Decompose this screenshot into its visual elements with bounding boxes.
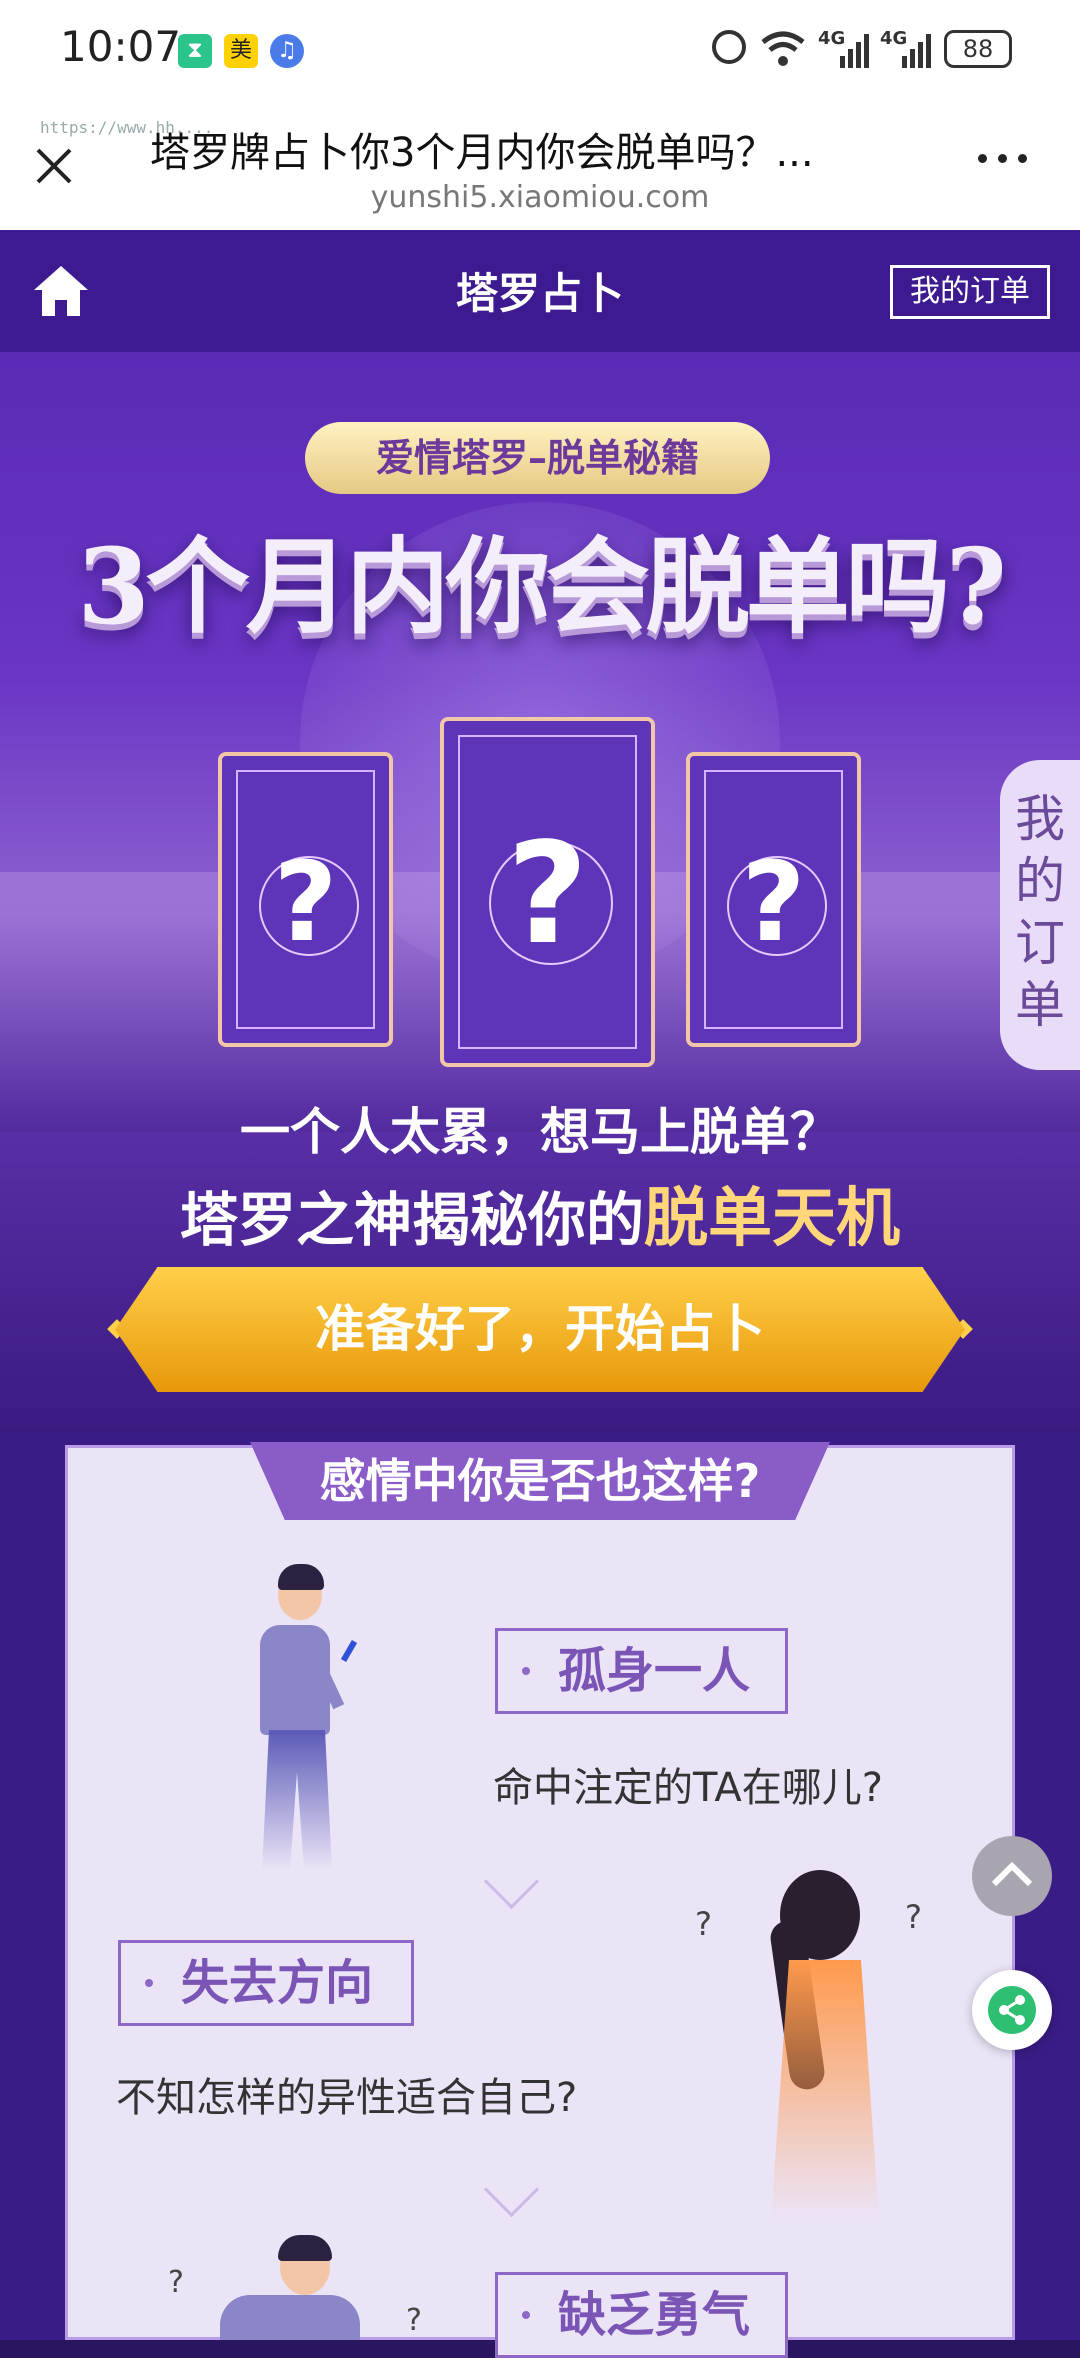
hero-line-2-highlight: 脱单天机 xyxy=(644,1181,900,1256)
card-question-mark: ? xyxy=(273,838,338,966)
music-app-icon: ♫ xyxy=(270,34,304,68)
card-question-mark: ? xyxy=(741,838,806,966)
side-orders-tab[interactable]: 我的订单 xyxy=(1000,760,1080,1070)
tag-lost: 失去方向 xyxy=(118,1940,414,2026)
hero-line-1: 一个人太累，想马上脱单？ xyxy=(240,1102,840,1161)
my-orders-button[interactable]: 我的订单 xyxy=(890,265,1050,319)
chevron-up-icon xyxy=(991,1861,1033,1887)
more-icon[interactable] xyxy=(978,150,1030,166)
card-question-mark: ? xyxy=(506,813,589,976)
share-icon xyxy=(988,1986,1036,2034)
battery-icon: 88 xyxy=(944,30,1012,68)
signal-icon-1 xyxy=(840,34,869,68)
page-domain: yunshi5.xiaomiou.com xyxy=(370,180,710,215)
hero-badge: 爱情塔罗–脱单秘籍 xyxy=(305,422,770,494)
hero-banner: 爱情塔罗–脱单秘籍 3个月内你会脱单吗? ? ? ? 一个人太累，想马上脱单？ … xyxy=(0,352,1080,1432)
app-nav: 塔罗占卜 我的订单 xyxy=(0,230,1080,352)
question-mark: ? xyxy=(905,1898,922,1936)
thinking-man-illustration xyxy=(180,2235,380,2340)
hourglass-app-icon: ⧗ xyxy=(178,34,212,68)
hero-line-2-prefix: 塔罗之神揭秘你的 xyxy=(179,1186,644,1254)
share-button[interactable] xyxy=(972,1970,1052,2050)
section-title: 感情中你是否也这样? xyxy=(250,1442,830,1520)
question-mark: ? xyxy=(168,2265,184,2300)
tag-alone: 孤身一人 xyxy=(495,1628,788,1714)
wifi-icon xyxy=(761,31,805,66)
desc-lost: 不知怎样的异性适合自己? xyxy=(116,2075,578,2121)
tarot-card-center[interactable]: ? xyxy=(440,717,655,1067)
page-title: 塔罗牌占卜你3个月内你会脱单吗？... xyxy=(150,130,814,176)
tag-alone-label: 孤身一人 xyxy=(558,1643,751,1699)
signal-icon-2 xyxy=(902,34,931,68)
tarot-card-right[interactable]: ? xyxy=(686,752,861,1047)
hero-headline: 3个月内你会脱单吗? xyxy=(77,525,1006,648)
close-icon[interactable] xyxy=(34,146,74,186)
scroll-top-button[interactable] xyxy=(972,1836,1052,1916)
desc-alone: 命中注定的TA在哪儿? xyxy=(493,1765,883,1811)
battery-level: 88 xyxy=(962,35,994,63)
question-mark: ? xyxy=(406,2303,422,2338)
browser-header: https://www.hh.... 塔罗牌占卜你3个月内你会脱单吗？... y… xyxy=(0,100,1080,230)
hero-line-2: 塔罗之神揭秘你的脱单天机 xyxy=(0,1167,1080,1259)
tag-lost-label: 失去方向 xyxy=(181,1955,374,2011)
start-reading-button[interactable]: 准备好了，开始占卜 xyxy=(115,1267,965,1392)
alarm-icon xyxy=(712,30,746,64)
tarot-card-left[interactable]: ? xyxy=(218,752,393,1047)
meituan-app-icon: 美 xyxy=(224,34,258,68)
tag-courage: 缺乏勇气 xyxy=(495,2272,788,2358)
status-bar: 10:07 ⧗ 美 ♫ 4G 4G 88 xyxy=(0,0,1080,100)
man-with-phone-illustration xyxy=(200,1564,360,1880)
status-time: 10:07 xyxy=(60,22,182,71)
question-mark: ? xyxy=(695,1905,712,1943)
tag-courage-label: 缺乏勇气 xyxy=(558,2287,751,2343)
